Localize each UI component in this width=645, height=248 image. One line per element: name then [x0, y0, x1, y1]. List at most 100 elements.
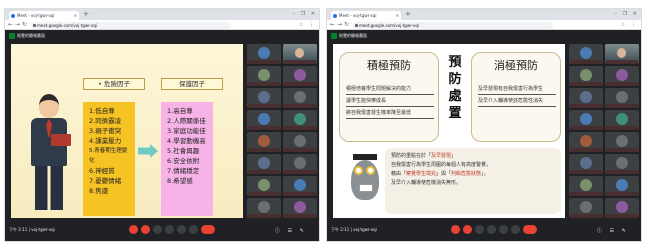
participant-tile[interactable] — [569, 198, 603, 218]
url-text: meet.google.com/voj-tgwr-xqi — [37, 22, 97, 28]
list-item: 6.神經質 — [89, 167, 115, 175]
participant-tile[interactable] — [247, 88, 281, 108]
list-item: 5.社會興趣 — [167, 147, 200, 155]
lock-icon — [33, 23, 36, 27]
meeting-time-code: 下午 2:11 | voj-tgwr-xqi — [331, 227, 377, 232]
tab-title: Meet - voj-tgwr-xqi — [339, 13, 377, 18]
lock-icon — [355, 23, 358, 27]
mic-off-button[interactable] — [451, 225, 460, 234]
participant-tile[interactable] — [569, 154, 603, 174]
shared-slide: 積極預防 積極培養學生問題解決的能力 讓學生能快樂成長 將自我傷害發生機率降至最… — [333, 44, 565, 218]
participant-tile[interactable] — [283, 44, 317, 64]
browser-tab-meet[interactable]: Meet - voj-tgwr-xqi ✕ — [9, 11, 79, 20]
camera-off-button[interactable] — [463, 225, 472, 234]
url-field[interactable]: meet.google.com/voj-tgwr-xqi — [353, 21, 553, 29]
participant-tile[interactable] — [247, 66, 281, 86]
list-item: 3.家庭功能佳 — [167, 127, 206, 135]
participant-tile[interactable] — [605, 44, 639, 64]
present-button[interactable] — [499, 225, 508, 234]
window-controls[interactable]: – ❐ ✕ — [293, 9, 317, 19]
participant-tile[interactable] — [283, 88, 317, 108]
reload-icon[interactable]: ↻ — [344, 21, 349, 29]
new-tab-button[interactable]: + — [405, 10, 411, 19]
participant-tile[interactable] — [605, 154, 639, 174]
card-line: 將自我傷害發生機率降至最低 — [346, 109, 434, 119]
meet-side-icons[interactable]: ⓘ ☰ ✎ — [275, 227, 307, 234]
leave-call-button[interactable] — [201, 225, 215, 234]
leave-call-button[interactable] — [523, 225, 537, 234]
participant-tile[interactable] — [247, 132, 281, 152]
captions-button[interactable] — [153, 225, 162, 234]
raise-hand-button[interactable] — [487, 225, 496, 234]
book-icon — [51, 134, 71, 146]
participant-tile[interactable] — [283, 66, 317, 86]
participant-tile[interactable] — [569, 66, 603, 86]
protective-factor-list: 1.高自尊 2.人際關係佳 3.家庭功能佳 4.學習動機高 5.社會興趣 6.安… — [161, 102, 213, 216]
participant-tile[interactable] — [605, 198, 639, 218]
participant-tile[interactable] — [247, 110, 281, 130]
meet-control-bar: 下午 2:11 | voj-tgwr-xqi ⓘ ☰ ✎ — [327, 219, 641, 241]
browser-tab-meet[interactable]: Meet - voj-tgwr-xqi ✕ — [331, 11, 401, 20]
meet-control-bar: 下午 2:11 | voj-tgwr-xqi ⓘ ☰ ✎ — [5, 219, 319, 241]
participant-tile[interactable] — [605, 66, 639, 86]
participant-tile[interactable] — [283, 110, 317, 130]
captions-button[interactable] — [475, 225, 484, 234]
participant-tile[interactable] — [605, 176, 639, 196]
participant-grid — [569, 44, 639, 218]
participant-tile[interactable] — [569, 110, 603, 130]
camera-off-button[interactable] — [141, 225, 150, 234]
participant-tile[interactable] — [283, 154, 317, 174]
address-bar: ← → ↻ meet.google.com/voj-tgwr-xqi ☆ ⋮ — [327, 20, 641, 30]
meet-side-icons[interactable]: ⓘ ☰ ✎ — [597, 227, 629, 234]
positive-prevention-card: 積極預防 積極培養學生問題解決的能力 讓學生能快樂成長 將自我傷害發生機率降至最… — [339, 52, 439, 142]
participant-tile[interactable] — [283, 132, 317, 152]
participant-tile[interactable] — [605, 88, 639, 108]
browser-menu-icons[interactable]: ☆ ⋮ — [621, 21, 638, 29]
mic-off-button[interactable] — [129, 225, 138, 234]
back-icon[interactable]: ← — [330, 21, 335, 29]
url-field[interactable]: meet.google.com/voj-tgwr-xqi — [31, 21, 231, 29]
prevention-note: 預防的重點在於「及早發現」 自我傷害行為學生周圍的每個人有高度警覺， 藉由「察覺… — [385, 148, 561, 214]
close-tab-icon[interactable]: ✕ — [74, 11, 77, 20]
card-line: 及早介入輔導使該危險性消失 — [478, 97, 556, 107]
participant-tile[interactable] — [247, 154, 281, 174]
participant-tile[interactable] — [569, 44, 603, 64]
browser-tab-strip: Meet - voj-tgwr-xqi ✕ + – ❐ ✕ — [327, 9, 641, 20]
forward-icon[interactable]: → — [15, 21, 20, 29]
more-options-button[interactable] — [189, 225, 198, 234]
present-button[interactable] — [177, 225, 186, 234]
window-controls[interactable]: – ❐ ✕ — [615, 9, 639, 19]
tab-title: Meet - voj-tgwr-xqi — [17, 13, 55, 18]
new-tab-button[interactable]: + — [83, 10, 89, 19]
owl-teacher-illustration — [351, 154, 379, 202]
card-title: 消極預防 — [494, 59, 538, 72]
participant-tile[interactable] — [569, 132, 603, 152]
card-title: 積極預防 — [367, 59, 411, 72]
close-tab-icon[interactable]: ✕ — [396, 11, 399, 20]
list-item: 3.親子衝突 — [89, 127, 122, 135]
participant-tile[interactable] — [247, 198, 281, 218]
list-item: 2.同儕霸凌 — [89, 117, 122, 125]
participant-tile[interactable] — [247, 176, 281, 196]
presentation-title: 佩雯的簡報畫面 — [339, 33, 367, 38]
list-item: 4.學習動機高 — [167, 137, 206, 145]
participant-tile[interactable] — [283, 198, 317, 218]
meet-header: 佩雯的簡報畫面 — [327, 30, 641, 42]
participant-tile[interactable] — [605, 132, 639, 152]
more-options-button[interactable] — [511, 225, 520, 234]
reload-icon[interactable]: ↻ — [22, 21, 27, 29]
back-icon[interactable]: ← — [8, 21, 13, 29]
participant-tile[interactable] — [569, 176, 603, 196]
participant-tile[interactable] — [247, 44, 281, 64]
participant-tile[interactable] — [569, 88, 603, 108]
list-item: 5.青春期生理變化 — [89, 148, 128, 164]
list-item: 6.安全依附 — [167, 157, 200, 165]
teacher-illustration — [23, 94, 73, 218]
browser-menu-icons[interactable]: ☆ ⋮ — [299, 21, 316, 29]
participant-tile[interactable] — [283, 176, 317, 196]
raise-hand-button[interactable] — [165, 225, 174, 234]
list-item: 8.希望感 — [167, 177, 193, 185]
forward-icon[interactable]: → — [337, 21, 342, 29]
participant-tile[interactable] — [605, 110, 639, 130]
risk-factor-label: • 危險因子 — [83, 78, 145, 90]
